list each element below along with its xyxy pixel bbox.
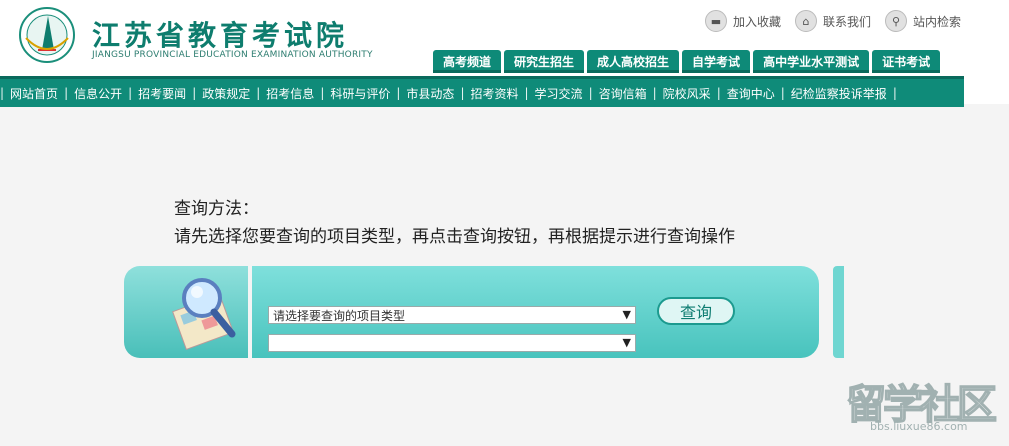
nav-mailbox[interactable]: 咨询信箱 — [593, 85, 653, 102]
contact-us-link[interactable]: ⌂ 联系我们 — [794, 10, 871, 32]
tab-gaokao[interactable]: 高考频道 — [433, 50, 502, 73]
nav-materials[interactable]: 招考资料 — [464, 85, 524, 102]
nav-home[interactable]: 网站首页 — [4, 85, 64, 102]
magnifier-map-icon — [172, 278, 236, 350]
nav-city-news[interactable]: 市县动态 — [400, 85, 460, 102]
nav-info-public[interactable]: 信息公开 — [68, 85, 128, 102]
nav-complaint[interactable]: 纪检监察投诉举报 — [785, 85, 893, 102]
site-search-link[interactable]: ⚲ 站内检索 — [884, 10, 961, 32]
query-instructions: 查询方法： 请先选择您要查询的项目类型，再点击查询按钮，再根据提示进行查询操作 — [174, 195, 735, 251]
chevron-down-icon: ▼ — [622, 308, 631, 321]
contact-us-label: 联系我们 — [822, 14, 871, 29]
home-icon: ⌂ — [794, 10, 817, 32]
query-button[interactable]: 查询 — [657, 297, 735, 325]
channel-tabs: 高考频道 研究生招生 成人高校招生 自学考试 高中学业水平测试 证书考试 — [433, 50, 941, 73]
main-nav: | 网站首页 | 信息公开 | 招考要闻 | 政策规定 | 招考信息 | 科研与评价 | 市… — [0, 76, 964, 107]
query-panel-icon-area — [124, 266, 248, 358]
site-header: 江苏省教育考试院 JIANGSU PROVINCIAL EDUCATION EX… — [0, 0, 1009, 107]
chevron-down-icon: ▼ — [622, 336, 631, 349]
nav-policy[interactable]: 政策规定 — [196, 85, 256, 102]
search-icon: ⚲ — [884, 10, 907, 32]
project-type-select[interactable]: 请选择要查询的项目类型 ▼ — [268, 306, 636, 324]
add-favorite-link[interactable]: ▬ 加入收藏 — [704, 10, 781, 32]
watermark-url: bbs.liuxue86.com — [870, 420, 968, 433]
tab-high-school-test[interactable]: 高中学业水平测试 — [753, 50, 870, 73]
watermark: 留学社区 bbs.liuxue86.com — [845, 372, 998, 442]
tab-self-study[interactable]: 自学考试 — [682, 50, 751, 73]
utility-links: ▬ 加入收藏 ⌂ 联系我们 ⚲ 站内检索 — [704, 10, 961, 32]
logo-emblem-icon — [19, 7, 75, 63]
project-type-value: 请选择要查询的项目类型 — [273, 308, 406, 323]
query-panel-edge — [833, 266, 844, 358]
tab-adult-college[interactable]: 成人高校招生 — [587, 50, 680, 73]
add-favorite-label: 加入收藏 — [732, 14, 781, 29]
tab-graduate[interactable]: 研究生招生 — [504, 50, 585, 73]
site-search-label: 站内检索 — [912, 14, 961, 29]
site-title: 江苏省教育考试院 — [92, 19, 349, 52]
instructions-heading: 查询方法： — [174, 199, 259, 219]
site-subtitle-en: JIANGSU PROVINCIAL EDUCATION EXAMINATION… — [92, 50, 373, 60]
nav-exchange[interactable]: 学习交流 — [529, 85, 589, 102]
sub-item-select[interactable]: ▼ — [268, 334, 636, 352]
nav-schools[interactable]: 院校风采 — [657, 85, 717, 102]
tab-certificate[interactable]: 证书考试 — [872, 50, 941, 73]
nav-research[interactable]: 科研与评价 — [324, 85, 396, 102]
instructions-text: 请先选择您要查询的项目类型，再点击查询按钮，再根据提示进行查询操作 — [174, 227, 735, 247]
bookmark-icon: ▬ — [704, 10, 727, 32]
nav-news[interactable]: 招考要闻 — [132, 85, 192, 102]
nav-exam-info[interactable]: 招考信息 — [260, 85, 320, 102]
nav-query-center[interactable]: 查询中心 — [721, 85, 781, 102]
